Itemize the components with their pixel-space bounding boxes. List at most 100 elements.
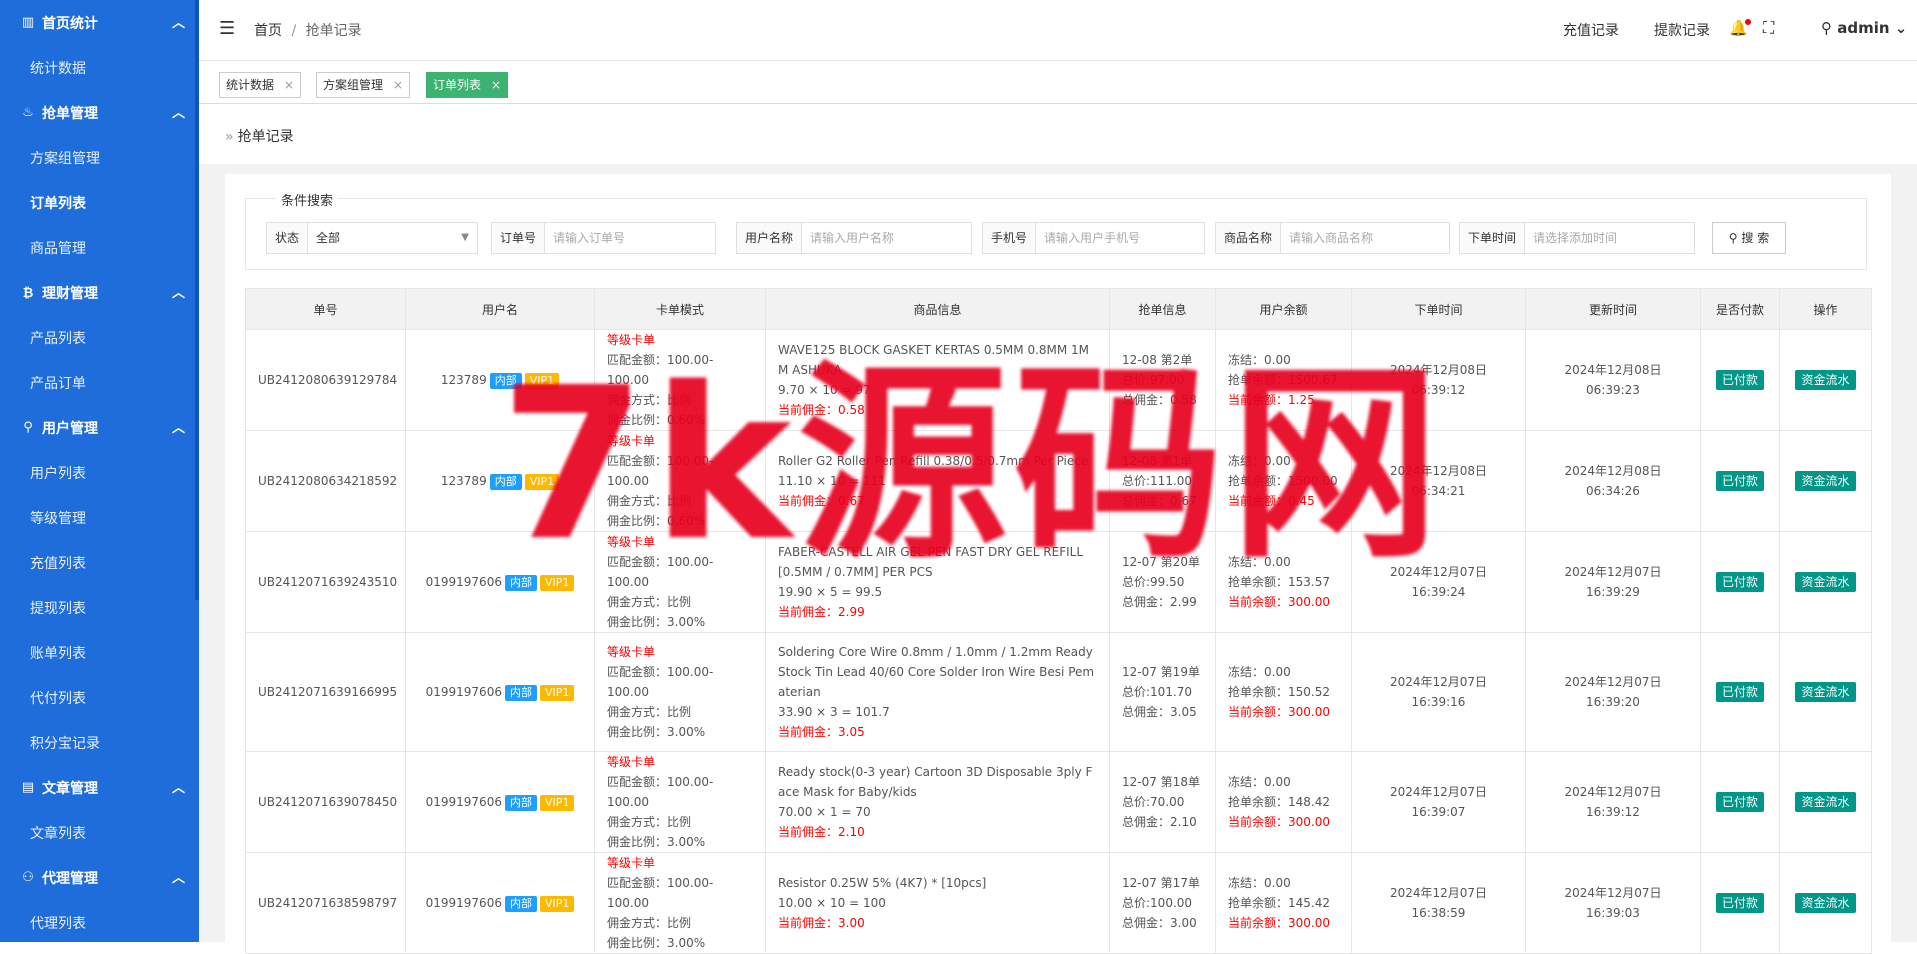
phone-placeholder: 请输入用户手机号 (1044, 231, 1141, 245)
column-header: 单号 (245, 288, 406, 330)
withdraw-record-link[interactable]: 提款记录 (1654, 20, 1710, 40)
column-header: 用户名 (405, 288, 595, 330)
sidebar-group-label: 文章管理 (42, 780, 98, 797)
sidebar-item[interactable]: 提现列表 (0, 585, 199, 630)
fund-flow-button[interactable]: 资金流水 (1795, 682, 1856, 702)
sidebar-group[interactable]: ♨ 抢单管理 ︿ (0, 90, 199, 135)
mode-cell: 等级卡单 匹配金额：100.00-100.00 佣金方式：比例 佣金比例：3.00% (594, 751, 766, 853)
sidebar-item[interactable]: 等级管理 (0, 495, 199, 540)
sidebar-item[interactable]: 充值列表 (0, 540, 199, 585)
mode-line: 佣金比例：3.00% (607, 936, 706, 950)
search-button[interactable]: ⚲ 搜 索 (1712, 222, 1786, 254)
chevron-up-icon: ︿ (171, 421, 185, 436)
paid-badge: 已付款 (1715, 682, 1764, 702)
table-header: 单号 用户名 卡单模式 商品信息 抢单信息 用户余额 下单时间 更新时间 是否付款 操作 (245, 288, 1872, 330)
tab-stats[interactable]: 统计数据 × (219, 72, 302, 98)
sidebar-group[interactable]: ▤ 文章管理 ︿ (0, 765, 199, 810)
user-cell: 0199197606 内部 VIP1 (405, 632, 595, 752)
fund-flow-button[interactable]: 资金流水 (1795, 893, 1856, 913)
goods-commission: 当前佣金：3.00 (778, 916, 865, 930)
sidebar-item[interactable]: 代付列表 (0, 675, 199, 720)
inner-badge: 内部 (504, 795, 537, 811)
sidebar-item[interactable]: 订单列表 (0, 180, 199, 225)
fund-flow-button[interactable]: 资金流水 (1795, 792, 1856, 812)
grab-line: 总佣金：3.05 (1122, 705, 1197, 719)
sidebar-group[interactable]: ₿ 理财管理 ︿ (0, 270, 199, 315)
goods-cell: Resistor 0.25W 5% (4K7) * [10pcs] 10.00 ×… (765, 852, 1110, 954)
sidebar-item[interactable]: 统计数据 (0, 45, 199, 90)
page-title-text: 抢单记录 (237, 129, 294, 145)
sidebar-group[interactable]: ▥ 首页统计 ︿ (0, 0, 199, 45)
sidebar-item[interactable]: 代理列表 (0, 900, 199, 942)
fullscreen-icon[interactable]: ⛶ (1763, 18, 1774, 38)
sidebar-item[interactable]: 文章列表 (0, 810, 199, 855)
user-name: 123789 (440, 474, 487, 488)
mode-cell: 等级卡单 匹配金额：100.00-100.00 佣金方式：比例 佣金比例：3.00% (594, 852, 766, 954)
close-icon[interactable]: × (491, 78, 501, 92)
fund-flow-button[interactable]: 资金流水 (1795, 471, 1856, 491)
balance-cell: 冻结：0.00 抢单余额：145.42 当前余额：300.00 (1215, 852, 1352, 954)
action-cell: 资金流水 (1779, 852, 1872, 954)
chevron-up-icon: ︿ (171, 781, 185, 796)
bar-chart-icon: ▥ (21, 15, 35, 30)
table-row: UB2412071638598797 0199197606 内部 VIP1 等级卡单 匹配… (245, 852, 1872, 954)
user-icon: ⚲ (23, 420, 33, 435)
order-time-input[interactable]: 下单时间 请选择添加时间 (1459, 222, 1695, 254)
goods-cell: Soldering Core Wire 0.8mm / 1.0mm / 1.2m… (765, 632, 1110, 752)
page-title: » 抢单记录 (225, 126, 294, 146)
recharge-record-link[interactable]: 充值记录 (1563, 20, 1619, 40)
tab-bar: 统计数据 × 方案组管理 × 订单列表 × (199, 61, 1917, 104)
goods-name-input[interactable]: 商品名称 请输入商品名称 (1215, 222, 1450, 254)
user-cell: 0199197606 内部 VIP1 (405, 852, 595, 954)
bell-icon[interactable]: 🔔 (1729, 19, 1751, 37)
breadcrumb-home[interactable]: 首页 (254, 23, 282, 39)
balance-current: 当前余额：300.00 (1228, 815, 1330, 829)
sidebar-item[interactable]: 账单列表 (0, 630, 199, 675)
order-no-cell: UB2412071639166995 (245, 632, 406, 752)
paid-badge: 已付款 (1715, 370, 1764, 390)
close-icon[interactable]: × (393, 78, 403, 92)
close-icon[interactable]: × (284, 78, 294, 92)
mode-line: 匹配金额：100.00-100.00 (607, 665, 714, 699)
sidebar-item[interactable]: 产品订单 (0, 360, 199, 405)
fund-flow-button[interactable]: 资金流水 (1795, 572, 1856, 592)
tab-label: 统计数据 (226, 78, 275, 92)
updated-time-cell: 2024年12月07日 16:39:29 (1525, 531, 1701, 633)
sidebar-item[interactable]: 商品管理 (0, 225, 199, 270)
user-cell: 0199197606 内部 VIP1 (405, 751, 595, 853)
status-select[interactable]: 状态 全部 ▼ (266, 222, 478, 254)
sidebar-group-label: 用户管理 (42, 420, 98, 437)
sidebar-item[interactable]: 用户列表 (0, 450, 199, 495)
paid-cell: 已付款 (1700, 430, 1780, 532)
order-no-cell: UB2412080639129784 (245, 329, 406, 431)
goods-name-placeholder: 请输入商品名称 (1289, 231, 1374, 245)
user-menu[interactable]: ⚲ admin ⌄ (1821, 19, 1907, 37)
order-no-cell: UB2412080634218592 (245, 430, 406, 532)
sidebar-group[interactable]: ⚇ 代理管理 ︿ (0, 855, 199, 900)
tab-label: 方案组管理 (323, 78, 384, 92)
sidebar-item[interactable]: 积分宝记录 (0, 720, 199, 765)
order-no-input[interactable]: 订单号 请输入订单号 (491, 222, 716, 254)
page-header: » 抢单记录 (199, 104, 1917, 164)
balance-cell: 冻结：0.00 抢单余额：150.52 当前余额：300.00 (1215, 632, 1352, 752)
order-no-cell: UB2412071639243510 (245, 531, 406, 633)
goods-calc: 10.00 × 10 = 100 (778, 896, 886, 910)
search-button-label: 搜 索 (1741, 231, 1770, 245)
order-no-label: 订单号 (492, 223, 546, 253)
grab-line: 12-07 第17单 (1122, 876, 1200, 890)
tab-order-list[interactable]: 订单列表 × (426, 72, 509, 98)
created-time-cell: 2024年12月07日 16:39:07 (1351, 751, 1526, 853)
tab-plan-group[interactable]: 方案组管理 × (316, 72, 411, 98)
balance-frozen: 冻结：0.00 (1228, 665, 1291, 679)
column-header: 抢单信息 (1109, 288, 1216, 330)
grab-info-cell: 12-07 第18单 总价:70.00 总佣金：2.10 (1109, 751, 1216, 853)
fund-flow-button[interactable]: 资金流水 (1795, 370, 1856, 390)
sidebar-item[interactable]: 方案组管理 (0, 135, 199, 180)
phone-input[interactable]: 手机号 请输入用户手机号 (982, 222, 1205, 254)
sidebar-item[interactable]: 产品列表 (0, 315, 199, 360)
user-name: 0199197606 (425, 575, 502, 589)
menu-toggle-icon[interactable]: ☰ (219, 18, 235, 39)
username-input[interactable]: 用户名称 请输入用户名称 (736, 222, 972, 254)
username: admin (1837, 19, 1890, 37)
sidebar-group[interactable]: ⚲ 用户管理 ︿ (0, 405, 199, 450)
